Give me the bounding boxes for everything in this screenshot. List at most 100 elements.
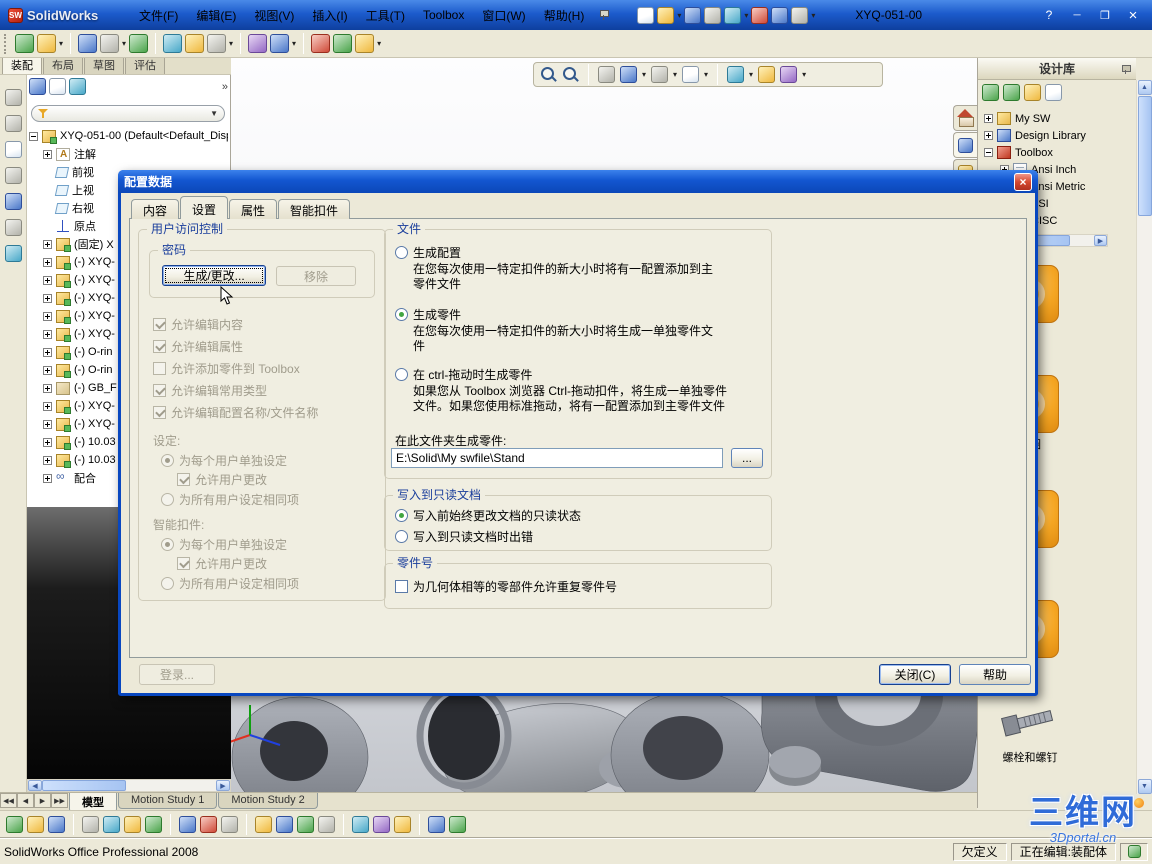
insert-components-icon[interactable]	[37, 34, 56, 53]
undo-icon[interactable]	[724, 6, 742, 24]
point-tool-icon[interactable]	[4, 245, 22, 262]
scrollbar-thumb[interactable]	[1137, 96, 1152, 216]
checkbox-allow-duplicate-part-numbers[interactable]: 为几何体相等的零部件允许重复零件号	[395, 578, 617, 595]
expander-icon[interactable]	[984, 148, 993, 157]
tree-filter-combo[interactable]: ▼	[31, 105, 225, 122]
menu-edit[interactable]: 编辑(E)	[187, 4, 245, 27]
menu-help[interactable]: 帮助(H)	[535, 4, 594, 27]
tree-item-label[interactable]: 前视	[72, 164, 94, 180]
browse-folder-button[interactable]: ...	[731, 448, 763, 468]
library-item-label[interactable]: My SW	[1015, 113, 1050, 125]
mate-icon[interactable]	[78, 34, 98, 53]
file-list-dropdown-icon[interactable]: ▾	[811, 11, 815, 20]
radio-error-on-readonly[interactable]: 写入到只读文档时出错	[395, 528, 533, 545]
view-orientation-icon[interactable]	[651, 66, 669, 83]
tree-horizontal-scrollbar[interactable]: ◀ ▶	[27, 779, 231, 792]
tab-scroll-left-icon[interactable]: ◀	[17, 793, 34, 808]
parts-folder-input[interactable]	[391, 448, 723, 468]
menu-view[interactable]: 视图(V)	[245, 4, 303, 27]
move-component-icon[interactable]	[82, 816, 99, 833]
close-icon[interactable]	[1124, 6, 1142, 24]
tree-root-label[interactable]: XYQ-051-00 (Default<Default_Disp	[60, 130, 228, 142]
tab-content[interactable]: 内容	[131, 199, 180, 219]
previous-view-icon[interactable]	[598, 66, 615, 83]
measure-icon[interactable]	[221, 816, 238, 833]
expander-icon[interactable]	[43, 275, 52, 285]
menu-file[interactable]: 文件(F)	[130, 4, 187, 27]
assembly-features-icon[interactable]	[248, 34, 268, 53]
panel-overflow-icon[interactable]: »	[222, 81, 228, 93]
tree-item-label[interactable]: 配合	[74, 470, 96, 486]
hideshow-dropdown-icon[interactable]: ▾	[749, 70, 753, 79]
edit-component-icon[interactable]	[15, 34, 34, 53]
apply-scene-icon[interactable]	[780, 66, 798, 83]
feature-manager-tab-icon[interactable]	[29, 78, 46, 95]
print-icon[interactable]	[704, 6, 722, 24]
edit-appearance-icon[interactable]	[758, 66, 776, 83]
insert-dropdown-icon[interactable]: ▾	[59, 39, 63, 48]
tree-item-label[interactable]: (-) XYQ-	[74, 256, 115, 268]
solidworks-resources-tab[interactable]	[953, 105, 977, 131]
help-icon[interactable]	[1040, 6, 1058, 24]
tree-root-row[interactable]: XYQ-051-00 (Default<Default_Disp	[29, 127, 228, 145]
mate-icon[interactable]	[27, 816, 44, 833]
quick-tips-icon[interactable]	[1127, 845, 1141, 858]
exploded-view-icon[interactable]	[255, 816, 272, 833]
simulation-icon[interactable]	[373, 816, 390, 833]
mate-reference-icon[interactable]	[428, 816, 445, 833]
scroll-down-icon[interactable]: ▼	[1137, 779, 1152, 794]
library-item-label[interactable]: Design Library	[1015, 130, 1086, 142]
tab-scroll-last-icon[interactable]: ▶▶	[51, 793, 68, 808]
tab-motion-study-2[interactable]: Motion Study 2	[218, 793, 318, 809]
tree-item-label[interactable]: 注解	[74, 146, 96, 162]
replace-component-icon[interactable]	[449, 816, 466, 833]
pin-icon[interactable]	[1120, 63, 1132, 75]
scrollbar-track[interactable]	[1070, 235, 1094, 246]
tree-item-label[interactable]: (-) XYQ-	[74, 292, 115, 304]
refgeo-dropdown-icon[interactable]: ▾	[292, 39, 296, 48]
scrollbar-track[interactable]	[1137, 217, 1152, 779]
library-thumbnail-bolts[interactable]: 螺栓和螺钉	[992, 696, 1068, 765]
tree-item-label[interactable]: 上视	[72, 182, 94, 198]
restore-icon[interactable]	[1096, 6, 1114, 24]
tab-motion-study-1[interactable]: Motion Study 1	[118, 793, 218, 809]
expander-icon[interactable]	[43, 437, 52, 447]
expander-icon[interactable]	[43, 311, 52, 321]
select-tool-icon[interactable]	[4, 89, 22, 106]
library-row-design-library[interactable]: Design Library	[984, 127, 1130, 144]
expander-icon[interactable]	[43, 293, 52, 303]
add-to-library-icon[interactable]	[982, 84, 999, 101]
open-dropdown-icon[interactable]: ▾	[677, 11, 681, 20]
menu-pin-icon[interactable]	[597, 8, 611, 22]
scroll-up-icon[interactable]: ▲	[1137, 80, 1152, 95]
grid-tool-icon[interactable]	[4, 167, 22, 184]
filter-dropdown-icon[interactable]: ▼	[210, 109, 218, 118]
exploded-view-icon[interactable]	[333, 34, 353, 53]
mass-properties-icon[interactable]	[318, 816, 335, 833]
expander-icon[interactable]	[43, 329, 52, 339]
explode-dropdown-icon[interactable]: ▾	[377, 39, 381, 48]
explode-lines-icon[interactable]	[276, 816, 293, 833]
radio-create-parts-ctrl-drag[interactable]: 在 ctrl-拖动时生成零件	[395, 366, 532, 383]
add-file-location-icon[interactable]	[1003, 84, 1020, 101]
linear-pattern-icon[interactable]	[48, 816, 65, 833]
create-change-password-button[interactable]: 生成/更改...	[162, 265, 266, 286]
minimize-icon[interactable]	[1068, 6, 1086, 24]
zoom-area-icon[interactable]	[562, 66, 579, 83]
library-row-toolbox[interactable]: Toolbox	[984, 144, 1130, 161]
tab-scroll-first-icon[interactable]: ◀◀	[0, 793, 17, 808]
dialog-close-button[interactable]: ×	[1014, 172, 1032, 191]
radio-change-readonly-status[interactable]: 写入前始终更改文档的只读状态	[395, 507, 581, 524]
bill-of-materials-icon[interactable]	[297, 816, 314, 833]
reference-geometry-icon[interactable]	[270, 34, 290, 53]
scroll-left-icon[interactable]: ◀	[28, 780, 42, 791]
tab-smart-fasteners[interactable]: 智能扣件	[278, 199, 351, 219]
show-hidden-components-icon[interactable]	[207, 34, 227, 53]
expander-icon[interactable]	[29, 131, 38, 141]
interference-detection-icon[interactable]	[200, 816, 217, 833]
scroll-right-icon[interactable]: ▶	[1094, 235, 1107, 246]
refresh-icon[interactable]	[1045, 84, 1062, 101]
dialog-title-bar[interactable]: 配置数据 ×	[118, 170, 1038, 193]
expander-icon[interactable]	[43, 239, 52, 249]
options-icon[interactable]	[771, 6, 789, 24]
